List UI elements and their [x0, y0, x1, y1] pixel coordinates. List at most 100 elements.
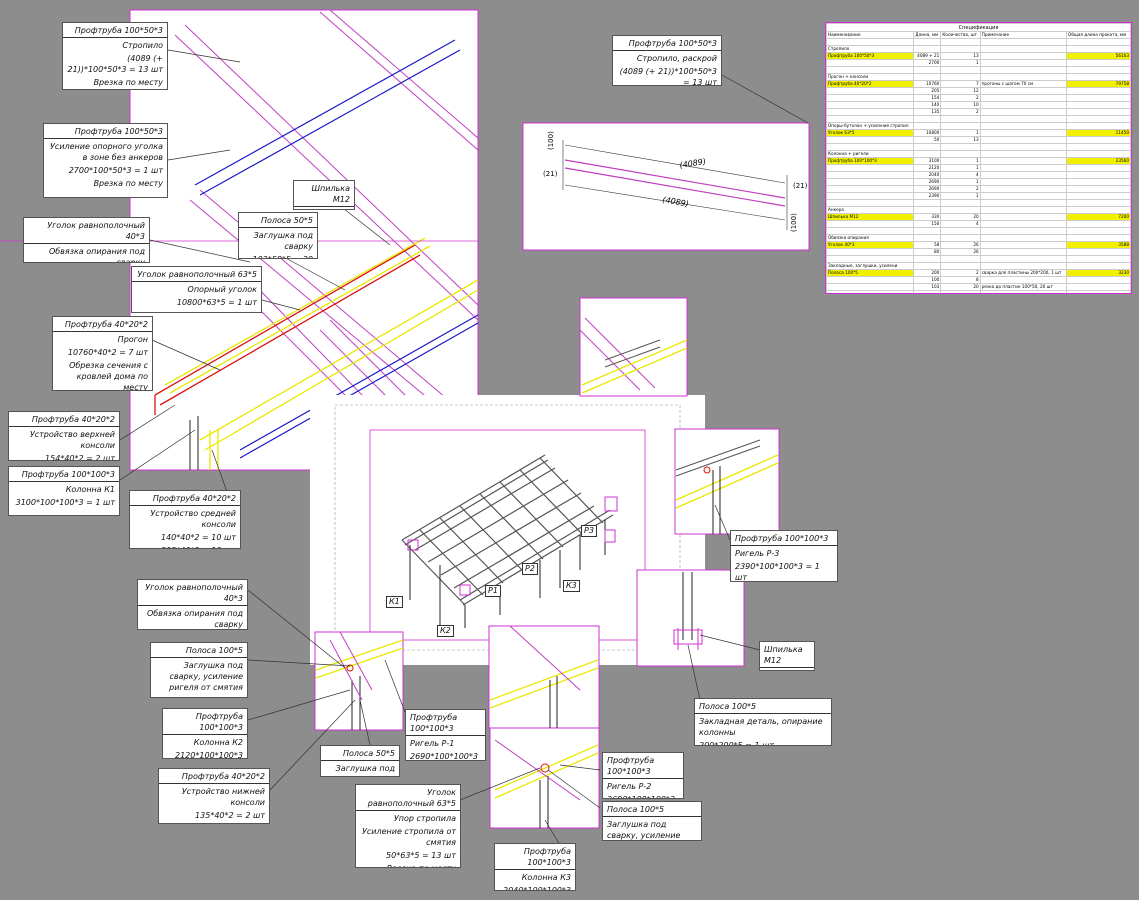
spec-cell	[979, 199, 1068, 207]
spec-cell: Анкера	[826, 206, 915, 214]
callout-title: Профтруба 40*20*2	[9, 414, 119, 427]
spec-row: Полоса 100*5 200 2 сварка для пластины 200*…	[826, 269, 1131, 277]
spec-cell	[1066, 185, 1131, 193]
spec-cell	[826, 101, 915, 109]
spec-cell	[913, 199, 942, 207]
callout-strip-50-cap: Полоса 50*5 Заглушка под сварку	[320, 745, 400, 777]
callout-title: Профтруба 40*20*2	[130, 493, 240, 506]
spec-cell: 56103	[1066, 52, 1131, 60]
spec-cell	[826, 115, 915, 123]
spec-cell	[979, 206, 1068, 214]
spec-cell: 3588	[1066, 241, 1131, 249]
spec-cell: 10800	[913, 129, 942, 137]
spec-cell: 80	[913, 248, 942, 256]
spec-cell: 150	[913, 220, 942, 228]
tag-k3: К3	[563, 580, 580, 592]
spec-cell: 200	[913, 269, 942, 277]
tag-p1: Р1	[485, 585, 501, 597]
spec-row: 2690 1	[826, 178, 1131, 186]
callout-line: 2120*100*100*3 = 1 шт	[175, 751, 243, 759]
callout-line: Врезка по месту	[93, 179, 163, 188]
callout-title: Полоса 50*5	[239, 215, 317, 228]
callout-title: Уголок равнополочный 40*3	[138, 582, 247, 606]
spec-cell: 2040	[913, 171, 942, 179]
spec-cell: 1	[940, 178, 981, 186]
spec-cell	[1066, 73, 1131, 81]
callout-line: Заглушка под сварку, усиление ригеля от …	[169, 661, 243, 692]
spec-header-row: Наименование Длина, мм Количество, шт Приме…	[826, 31, 1131, 39]
tag-p2: Р2	[522, 563, 538, 575]
spec-cell	[913, 150, 942, 158]
spec-cell: 20	[940, 213, 981, 221]
spec-cell: 7200	[1066, 213, 1131, 221]
spec-cell	[913, 255, 942, 263]
spec-cell	[913, 234, 942, 242]
spec-cell	[826, 185, 915, 193]
spec-cell: 11450	[1066, 129, 1131, 137]
spec-cell	[1066, 248, 1131, 256]
spec-cell	[979, 115, 1068, 123]
spec-cell	[979, 150, 1068, 158]
spec-row: 2690 2	[826, 185, 1131, 193]
callout-line: Врезка по месту	[360, 863, 456, 867]
spec-cell	[826, 276, 915, 284]
spec-row: 100 8	[826, 276, 1131, 284]
spec-cell	[979, 129, 1068, 137]
spec-cell	[826, 220, 915, 228]
spec-cell: 205	[913, 87, 942, 95]
callout-title: Полоса 100*5	[151, 645, 247, 658]
callout-title: Уголок равнополочный 40*3	[24, 220, 149, 244]
spec-cell: 2690	[913, 178, 942, 186]
spec-body: Стропило Профтруба 100*50*3 4089 + 21 13 561…	[826, 38, 1131, 293]
spec-row	[826, 255, 1131, 263]
spec-cell: 2700	[913, 59, 942, 67]
spec-cell	[940, 122, 981, 130]
spec-cell	[826, 283, 915, 291]
spec-cell	[979, 73, 1068, 81]
spec-cell	[940, 150, 981, 158]
spec-cell	[1066, 276, 1131, 284]
spec-cell	[979, 262, 1068, 270]
spec-cell	[979, 213, 1068, 221]
spec-row: Шпилька М12 330 20 7200	[826, 213, 1131, 221]
spec-header-cell: Длина, мм	[913, 31, 942, 39]
spec-row: Колонна + ригели	[826, 150, 1131, 158]
spec-cell	[940, 115, 981, 123]
spec-cell: 2690	[913, 185, 942, 193]
spec-cell	[913, 115, 942, 123]
callout-line: 103*50*5 = 20 шт	[243, 254, 313, 258]
spec-cell	[979, 101, 1068, 109]
spec-cell	[940, 73, 981, 81]
spec-row: 140 10	[826, 101, 1131, 109]
spec-row: Опоры-бутолон + усиление стропил	[826, 122, 1131, 130]
spec-cell	[826, 66, 915, 74]
spec-cell	[913, 227, 942, 235]
callout-line: (4089 (+ 21))*100*50*3 = 13 шт	[619, 67, 717, 86]
callout-line: Колонна К3	[521, 873, 571, 882]
spec-cell	[1066, 94, 1131, 102]
spec-cell: 100	[913, 276, 942, 284]
callout-stud-330: Шпилька М12 330 мм = 20 шт	[293, 180, 355, 210]
spec-cell	[1066, 136, 1131, 144]
spec-cell	[1066, 101, 1131, 109]
callout-lower-console: Профтруба 40*20*2 Устройство нижней консо…	[158, 768, 270, 824]
spec-cell	[913, 45, 942, 53]
spec-cell: 7	[940, 80, 981, 88]
callout-line: Опорный уголок	[187, 285, 257, 294]
spec-row	[826, 290, 1131, 293]
callout-line: Усиление стропила от смятия	[362, 827, 456, 847]
spec-cell	[979, 290, 1068, 293]
spec-cell	[826, 248, 915, 256]
spec-cell: 1	[940, 164, 981, 172]
callout-line: Заглушка под сварку, усиление ригеля от …	[607, 820, 681, 840]
callout-line: 205*40*2 = 10 шт	[134, 545, 236, 548]
callout-line: Врезка по месту	[93, 78, 163, 87]
spec-cell	[1066, 255, 1131, 263]
spec-cell	[913, 262, 942, 270]
callout-line: 150 мм = 4 шт	[764, 670, 810, 671]
callout-rafter-cut: Профтруба 100*50*3 Стропило, раскрой (4089…	[612, 35, 722, 86]
spec-cell	[826, 255, 915, 263]
spec-cell: 2	[940, 269, 981, 277]
callout-rafter: Профтруба 100*50*3 Стропило (4089 (+ 21))*…	[62, 22, 168, 90]
callout-line: 2690*100*100*3 = 1шт	[410, 752, 478, 761]
